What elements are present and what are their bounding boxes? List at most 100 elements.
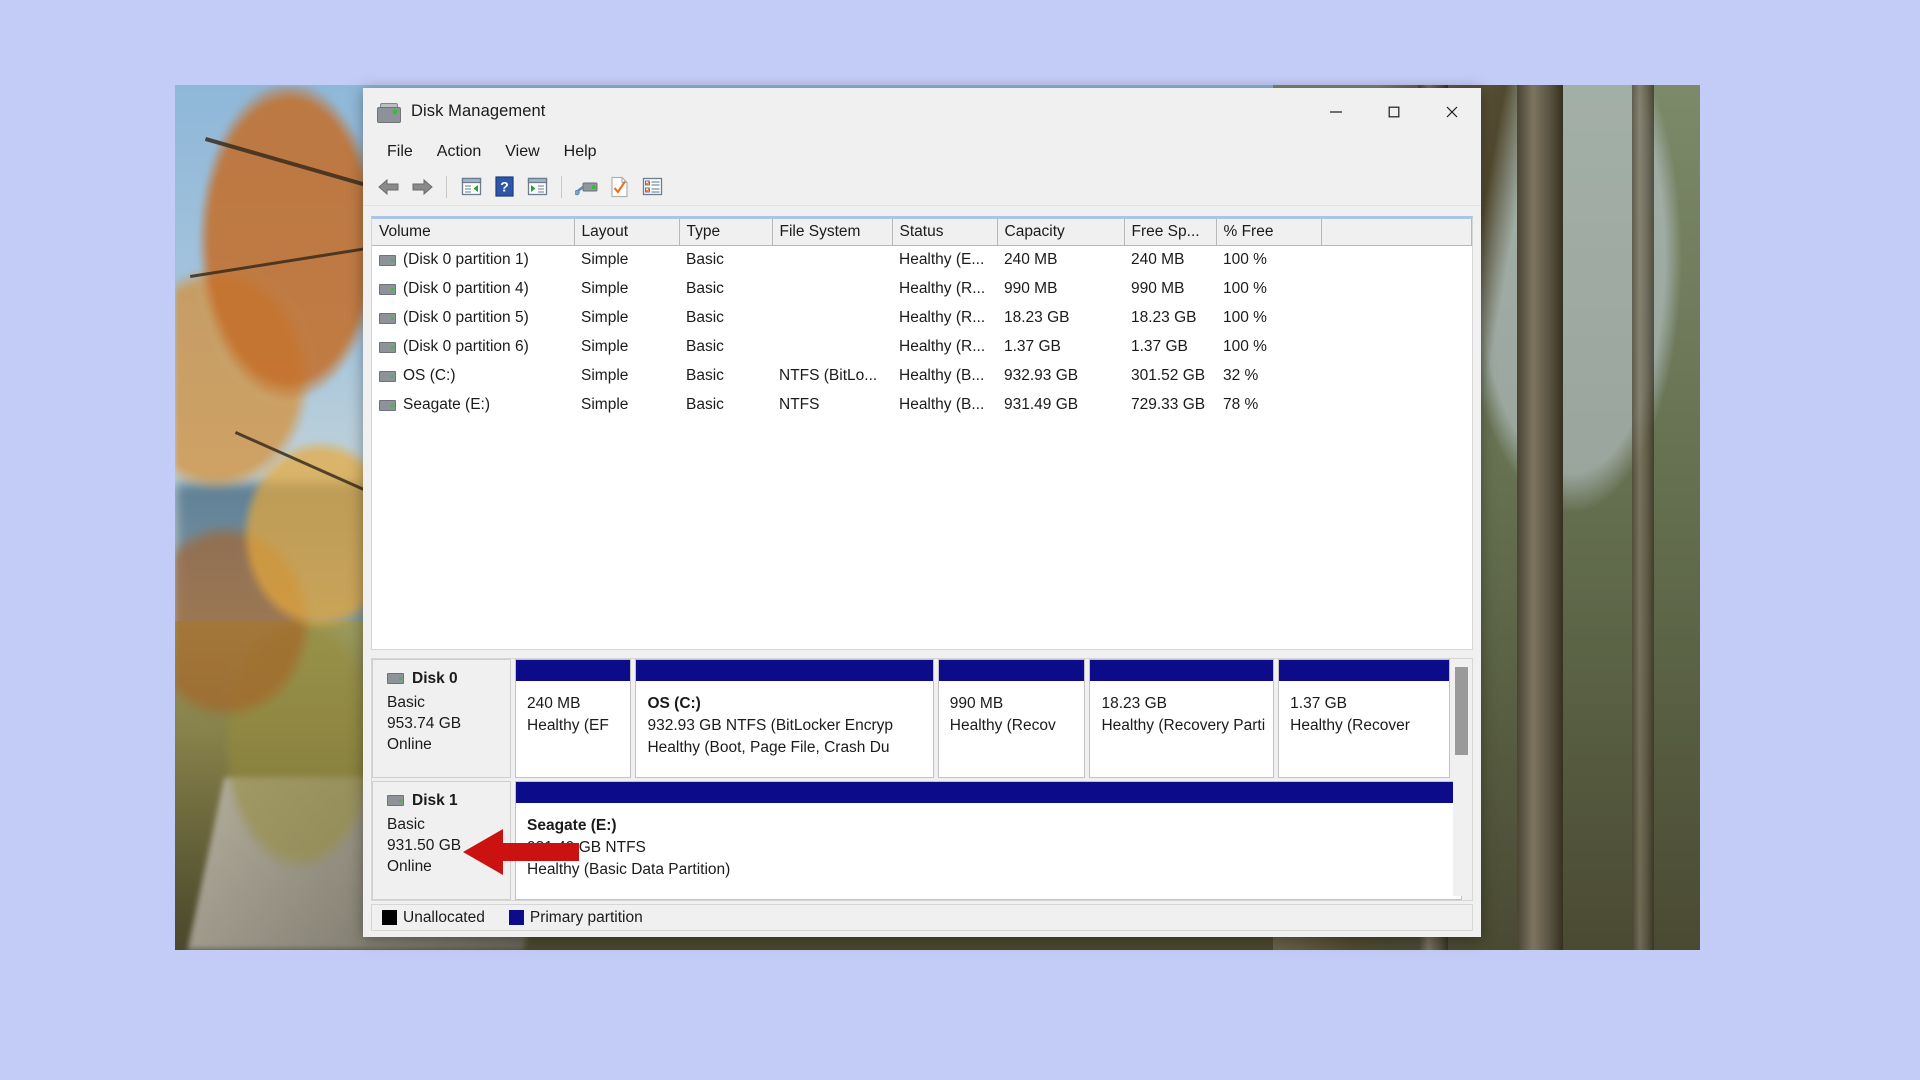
column-header-type[interactable]: Type: [679, 219, 773, 246]
column-header-status[interactable]: Status: [892, 219, 998, 246]
table-row[interactable]: Seagate (E:) Simple Basic NTFS Healthy (B...…: [372, 391, 1472, 420]
table-row[interactable]: (Disk 0 partition 6) Simple Basic Healthy (…: [372, 333, 1472, 362]
cell-file-system: [772, 333, 892, 362]
table-row[interactable]: (Disk 0 partition 1) Simple Basic Healthy (…: [372, 246, 1472, 275]
cell-free-space: 990 MB: [1131, 280, 1185, 297]
cell-volume: OS (C:): [372, 362, 574, 391]
table-row[interactable]: OS (C:) Simple Basic NTFS (BitLo... Healthy …: [372, 362, 1472, 391]
partition-size-filesystem: 990 MB: [949, 695, 1004, 712]
cell-layout: Simple: [581, 367, 629, 384]
cell-percent-free: 100 %: [1223, 338, 1267, 355]
cell-file-system: [772, 246, 892, 275]
column-header-free-space[interactable]: Free Sp...: [1124, 219, 1217, 246]
drive-icon: [379, 283, 396, 295]
cell-type: Basic: [686, 338, 724, 355]
window-controls: [1307, 88, 1481, 135]
column-header-spare[interactable]: [1321, 219, 1472, 246]
menu-item-help[interactable]: Help: [552, 140, 609, 164]
partition-size-filesystem: 1.37 GB: [1290, 695, 1348, 712]
rescan-disks-icon[interactable]: [571, 172, 601, 202]
cell-type: Basic: [686, 309, 724, 326]
disk-info-panel[interactable]: Disk 0 Basic 953.74 GB Online: [372, 659, 511, 778]
partition-color-bar: [1090, 660, 1274, 681]
back-icon[interactable]: [374, 172, 404, 202]
cell-volume: (Disk 0 partition 4): [372, 275, 574, 304]
legend-swatch-primary-partition: [508, 910, 524, 925]
partition-block[interactable]: 240 MB Healthy (EF: [515, 659, 632, 778]
cell-free-space: 729.33 GB: [1131, 396, 1206, 413]
forward-icon[interactable]: [407, 172, 437, 202]
window-title: Disk Management: [411, 102, 546, 120]
close-button[interactable]: [1423, 88, 1481, 135]
partition-block[interactable]: 1.37 GB Healthy (Recover: [1278, 659, 1451, 778]
menu-item-file[interactable]: File: [375, 140, 425, 164]
column-header-layout[interactable]: Layout: [574, 219, 680, 246]
partition-size-filesystem: 932.93 GB NTFS (BitLocker Encryp: [647, 717, 893, 734]
list-view-icon[interactable]: [637, 172, 667, 202]
pane-splitter[interactable]: [371, 651, 1473, 656]
cell-type: Basic: [686, 396, 724, 413]
maximize-button[interactable]: [1365, 88, 1423, 135]
volume-name: (Disk 0 partition 5): [403, 309, 529, 326]
column-header-percent-free[interactable]: % Free: [1216, 219, 1322, 246]
cell-spare: [1321, 304, 1472, 333]
partition-status: Healthy (Recovery Parti: [1101, 717, 1266, 734]
help-icon[interactable]: ?: [489, 172, 519, 202]
cell-percent-free: 32 %: [1223, 367, 1259, 384]
partition-block[interactable]: OS (C:) 932.93 GB NTFS (BitLocker Encryp H…: [635, 659, 934, 778]
cell-type: Basic: [686, 280, 724, 297]
partition-status: Healthy (EF: [527, 717, 609, 734]
partition-strip: Seagate (E:) 931.49 GB NTFS Healthy (Basic…: [511, 781, 1472, 900]
partition-size-filesystem: 931.49 GB NTFS: [527, 839, 646, 856]
table-row[interactable]: (Disk 0 partition 4) Simple Basic Healthy (…: [372, 275, 1472, 304]
cell-capacity: 990 MB: [1004, 280, 1058, 297]
cell-percent-free: 100 %: [1223, 251, 1267, 269]
partition-details: 1.37 GB Healthy (Recover: [1279, 681, 1450, 777]
column-header-file-system[interactable]: File System: [772, 219, 893, 246]
cell-spare: [1321, 275, 1472, 304]
scrollbar-thumb[interactable]: [1455, 667, 1468, 755]
cell-volume: Seagate (E:): [372, 391, 574, 420]
column-header-capacity[interactable]: Capacity: [997, 219, 1125, 246]
disk-name: Disk 0: [412, 670, 458, 687]
table-row[interactable]: (Disk 0 partition 5) Simple Basic Healthy (…: [372, 304, 1472, 333]
drive-icon: [379, 341, 396, 353]
toolbar-separator: [561, 175, 562, 198]
cell-layout: Simple: [581, 338, 629, 355]
disk-management-window: Disk Management File Action View Help ? …: [363, 88, 1481, 937]
svg-text:?: ?: [500, 179, 509, 195]
cell-file-system: NTFS (BitLo...: [779, 367, 878, 384]
cell-free-space: 301.52 GB: [1131, 367, 1206, 384]
cell-status: Healthy (R...: [899, 338, 986, 355]
menu-item-action[interactable]: Action: [425, 140, 493, 164]
volume-list-pane[interactable]: Volume Layout Type File System Status Ca…: [371, 216, 1473, 650]
minimize-button[interactable]: [1307, 88, 1365, 135]
disk-row: Disk 0 Basic 953.74 GB Online 240 MB Healthy …: [372, 659, 1472, 778]
partition-block[interactable]: Seagate (E:) 931.49 GB NTFS Healthy (Basic…: [515, 781, 1462, 900]
toolbar: ?: [363, 168, 1481, 206]
cell-status: Healthy (E...: [899, 251, 985, 269]
volume-name: (Disk 0 partition 4): [403, 280, 529, 297]
menu-item-view[interactable]: View: [493, 140, 551, 164]
show-hide-console-tree-icon[interactable]: [456, 172, 486, 202]
volume-name: (Disk 0 partition 1): [403, 251, 529, 269]
drive-icon: [379, 254, 396, 266]
partition-block[interactable]: 990 MB Healthy (Recov: [937, 659, 1086, 778]
partition-status: Healthy (Boot, Page File, Crash Du: [647, 739, 890, 756]
partition-block[interactable]: 18.23 GB Healthy (Recovery Parti: [1089, 659, 1275, 778]
cell-type: Basic: [686, 251, 724, 269]
disk-name: Disk 1: [412, 792, 458, 809]
cell-free-space: 1.37 GB: [1131, 338, 1188, 355]
volume-name: OS (C:): [403, 367, 456, 384]
column-header-volume[interactable]: Volume: [372, 219, 575, 246]
drive-icon: [379, 312, 396, 324]
drive-icon: [379, 370, 396, 382]
show-hide-action-pane-icon[interactable]: [522, 172, 552, 202]
partition-color-bar: [516, 660, 631, 681]
legend-label-primary-partition: Primary partition: [529, 908, 643, 926]
title-bar[interactable]: Disk Management: [363, 88, 1481, 135]
cell-free-space: 18.23 GB: [1131, 309, 1197, 326]
properties-icon[interactable]: [604, 172, 634, 202]
partition-color-bar: [938, 660, 1085, 681]
graphical-pane-scrollbar[interactable]: [1453, 663, 1469, 896]
